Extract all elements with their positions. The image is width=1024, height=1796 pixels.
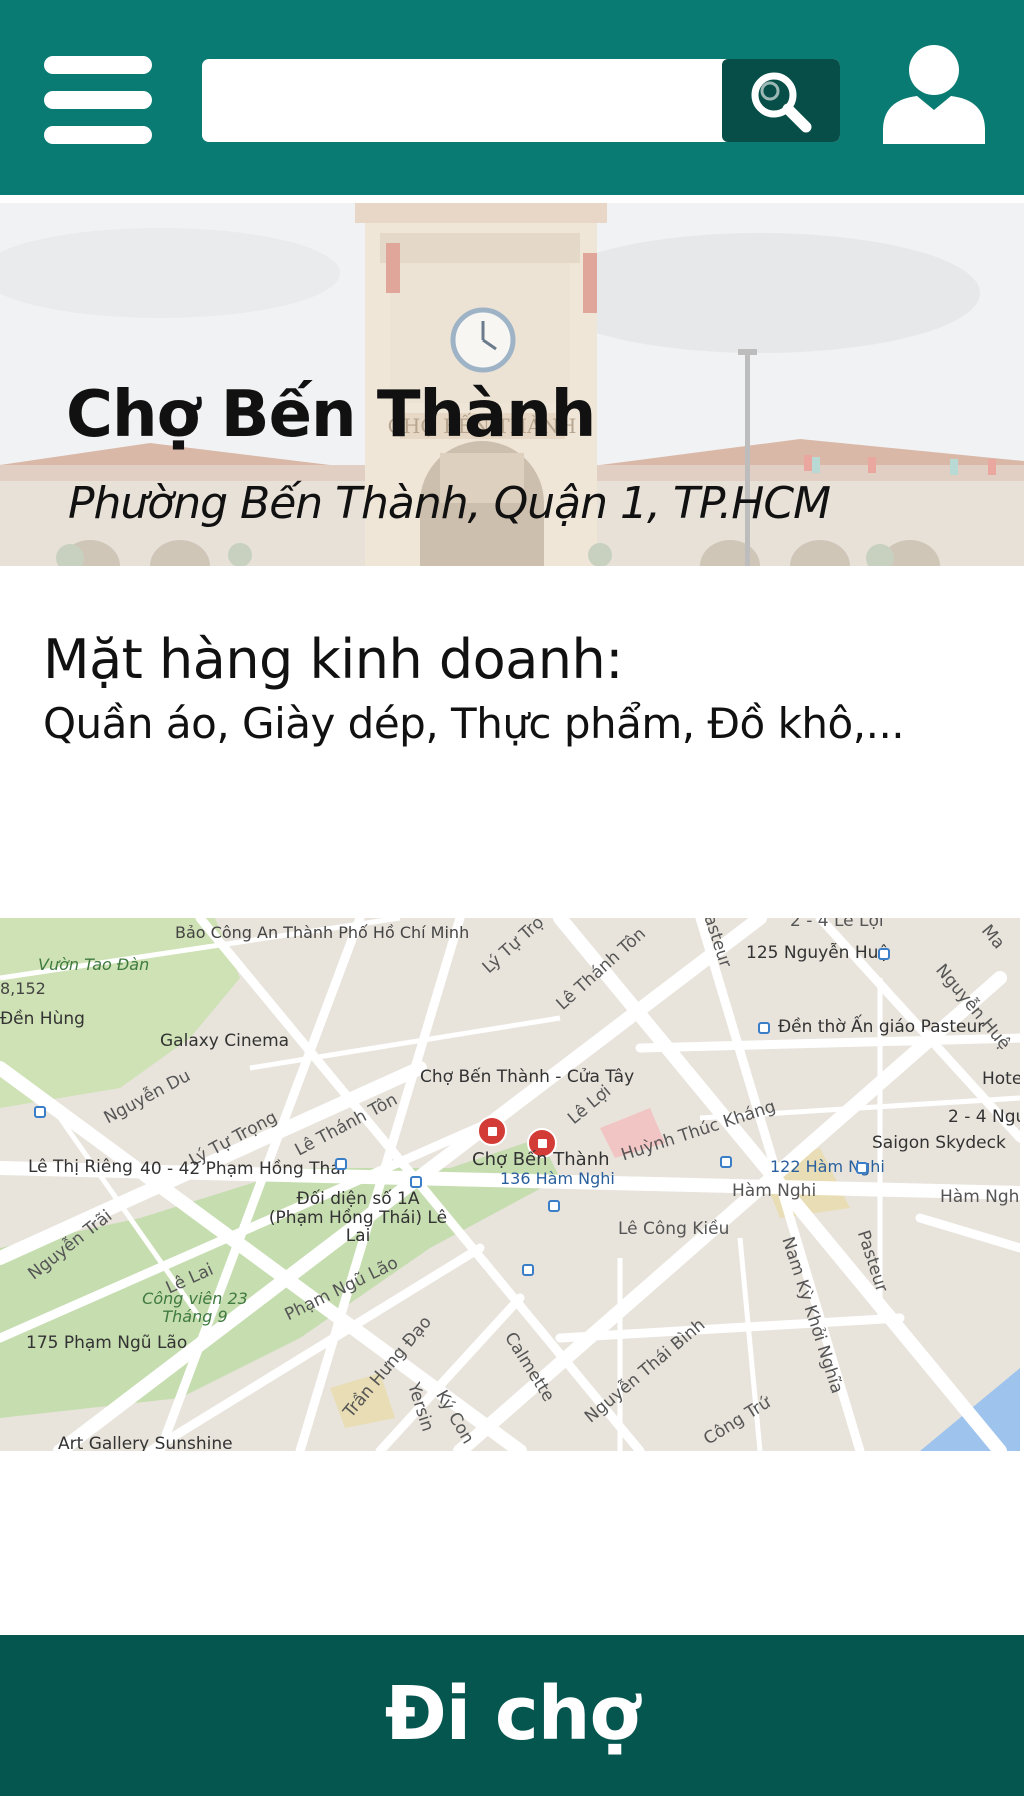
map-label: Đền Hùng bbox=[0, 1009, 85, 1029]
location-map[interactable]: Bảo Công An Thành Phố Hồ Chí Minh Vườn T… bbox=[0, 918, 1020, 1451]
user-silhouette bbox=[883, 45, 985, 144]
bus-stop-icon bbox=[758, 1022, 770, 1034]
market-address: Phường Bến Thành, Quận 1, TP.HCM bbox=[68, 478, 831, 529]
market-hero-banner: CHỢ BẾN THÀNH Chợ Bến Thành Phường Bến T… bbox=[0, 203, 1024, 566]
search-bar bbox=[202, 59, 840, 142]
bus-stop-icon bbox=[856, 1162, 868, 1174]
bus-stop-icon bbox=[878, 948, 890, 960]
map-label: Bảo Công An Thành Phố Hồ Chí Minh bbox=[175, 923, 470, 942]
bus-stop-icon bbox=[548, 1200, 560, 1212]
map-label: 136 Hàm Nghi bbox=[500, 1169, 615, 1188]
map-label: Hàm Nghi bbox=[732, 1181, 817, 1201]
go-to-market-label: Đi chợ bbox=[384, 1671, 641, 1757]
map-label: Saigon Skydeck bbox=[872, 1133, 1006, 1153]
map-label: 8,152 bbox=[0, 979, 46, 998]
magnifier-icon bbox=[751, 72, 812, 133]
goods-list: Quần áo, Giày dép, Thực phẩm, Đồ khô,... bbox=[43, 699, 905, 748]
menu-line bbox=[44, 126, 152, 144]
bus-stop-icon bbox=[522, 1264, 534, 1276]
map-label: 2 - 4 Ngu bbox=[948, 1107, 1020, 1127]
map-label: Lê Công Kiều bbox=[618, 1219, 730, 1239]
menu-line bbox=[44, 56, 152, 74]
bus-stop-icon bbox=[410, 1176, 422, 1188]
search-input[interactable] bbox=[202, 59, 722, 142]
goods-heading: Mặt hàng kinh doanh: bbox=[43, 628, 623, 691]
map-label: 175 Phạm Ngũ Lão bbox=[26, 1333, 188, 1353]
marker-label-west-gate: Chợ Bến Thành - Cửa Tây bbox=[420, 1067, 635, 1087]
go-to-market-button[interactable]: Đi chợ bbox=[0, 1635, 1024, 1796]
map-label: 125 Nguyễn Huệ bbox=[746, 943, 889, 963]
map-label: Galaxy Cinema bbox=[160, 1031, 290, 1051]
map-label: Công viên 23 Tháng 9 bbox=[142, 1289, 248, 1326]
map-label: Lê Thị Riêng bbox=[28, 1157, 133, 1177]
map-label: Hàm Ngh bbox=[940, 1187, 1020, 1207]
bus-stop-icon bbox=[335, 1158, 347, 1170]
market-name: Chợ Bến Thành bbox=[66, 378, 596, 452]
map-marker-west-gate[interactable] bbox=[477, 1116, 507, 1146]
marker-label-ben-thanh: Chợ Bến Thành bbox=[472, 1149, 610, 1170]
map-label: 40 - 42 Phạm Hồng Thái bbox=[140, 1159, 346, 1179]
map-label: Hote bbox=[982, 1069, 1020, 1089]
top-app-bar bbox=[0, 0, 1024, 195]
map-label: Đối diện số 1A (Phạm Hồng Thái) Lê Lai bbox=[268, 1189, 448, 1247]
user-profile-icon[interactable] bbox=[883, 44, 985, 144]
bus-stop-icon bbox=[720, 1156, 732, 1168]
map-label: Đền thờ Ấn giáo Pasteur bbox=[778, 1017, 985, 1037]
hamburger-menu-icon[interactable] bbox=[44, 56, 152, 144]
bus-stop-icon bbox=[34, 1106, 46, 1118]
map-label: Art Gallery Sunshine bbox=[58, 1434, 233, 1451]
search-button[interactable] bbox=[722, 59, 840, 142]
menu-line bbox=[44, 91, 152, 109]
map-label: 2 - 4 Lê Lợi bbox=[790, 918, 884, 931]
map-label: Vườn Tao Đàn bbox=[38, 955, 150, 974]
